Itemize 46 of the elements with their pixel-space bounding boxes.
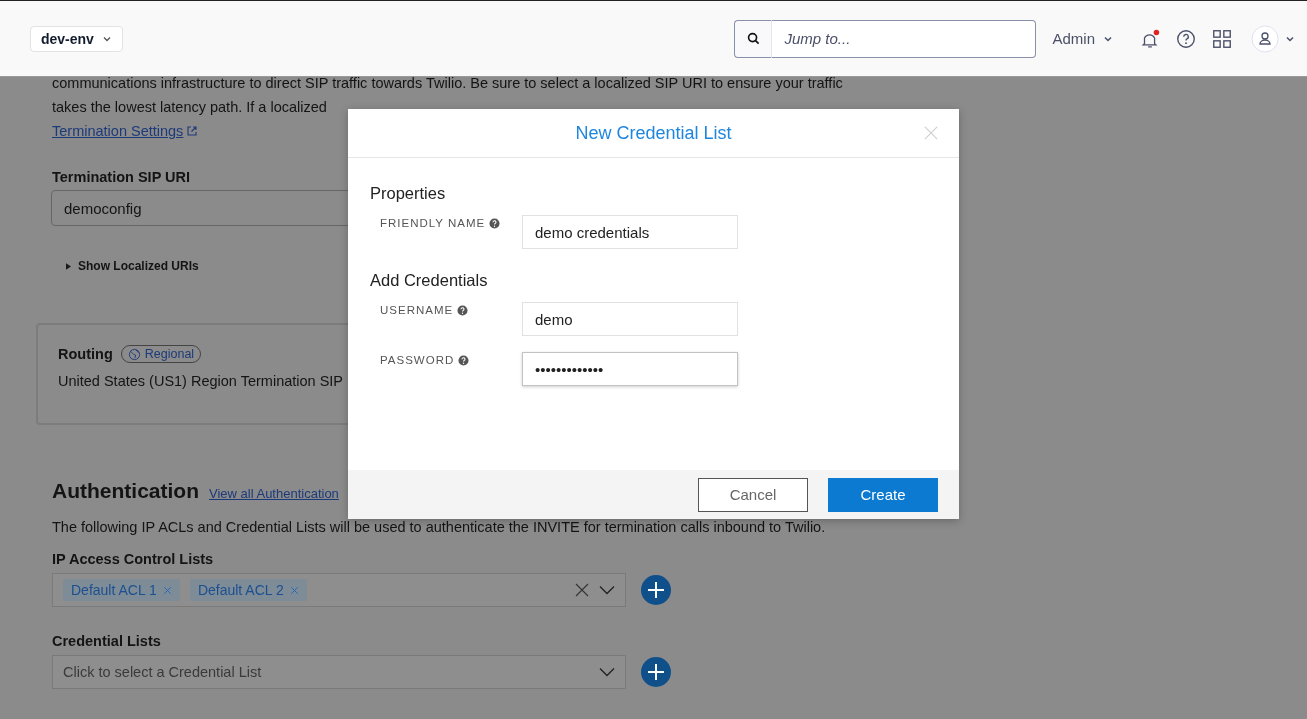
field-label: FRIENDLY NAME	[380, 217, 486, 229]
search-field[interactable]: Jump to...	[772, 19, 1037, 58]
chevron-down-icon	[101, 35, 112, 42]
view-all-authentication-link[interactable]: View all Authentication	[209, 486, 339, 501]
field-label: Credential Lists	[52, 633, 162, 649]
cancel-button[interactable]: Cancel	[698, 477, 808, 512]
chevron-icon[interactable]	[1285, 35, 1295, 42]
show-localized-uris-toggle[interactable]: Show Localized URIs	[66, 259, 199, 273]
field-label: Termination SIP URI	[52, 169, 192, 185]
create-button[interactable]: Create	[828, 477, 938, 512]
external-link-icon	[186, 125, 199, 137]
user-avatar-icon[interactable]	[1251, 24, 1279, 53]
routing-text: United States (US1) Region Termination SIP	[58, 373, 345, 389]
clear-icon[interactable]	[575, 583, 589, 597]
field-label: IP Access Control Lists	[52, 551, 215, 567]
help-icon[interactable]	[489, 218, 501, 229]
field-label: PASSWORD	[380, 354, 455, 366]
environment-dropdown[interactable]: dev-env	[30, 25, 123, 52]
description-text: The following IP ACLs and Credential Lists will be used to authenticate the INVITE for termination calls inbound to Twilio.	[52, 519, 827, 535]
routing-label: Routing	[58, 346, 113, 362]
credential-list-select[interactable]: Click to select a Credential List	[52, 655, 626, 689]
field-label: USERNAME	[380, 304, 454, 316]
account-menu[interactable]: Admin	[1052, 30, 1113, 47]
apps-grid-icon[interactable]	[1211, 27, 1233, 50]
notifications-icon[interactable]	[1139, 27, 1161, 50]
section-heading: Properties	[370, 184, 447, 203]
section-title: Authentication	[52, 479, 199, 503]
add-button[interactable]	[640, 574, 672, 606]
search-button[interactable]	[734, 19, 773, 58]
intro-text: takes the lowest latency path. If a localized	[52, 98, 328, 117]
help-icon[interactable]	[1175, 27, 1197, 50]
help-icon[interactable]	[458, 355, 470, 366]
termination-settings-link[interactable]: Termination Settings	[52, 119, 184, 143]
help-icon[interactable]	[457, 305, 469, 316]
intro-text: communications infrastructure to direct SIP traffic towards Twilio. Be sure to select a localized SIP URI to ensure your traffic	[52, 74, 844, 93]
text-field[interactable]: demo	[522, 302, 738, 336]
search-icon	[746, 32, 760, 45]
chevron-down-icon	[1103, 35, 1113, 42]
section-heading: Add Credentials	[370, 271, 489, 290]
text-field[interactable]: •••••••••••••	[522, 352, 738, 386]
modal-title: New Credential List	[575, 122, 732, 144]
add-button[interactable]	[640, 656, 672, 688]
chevron-down-icon[interactable]	[599, 585, 615, 595]
text-field[interactable]: demo credentials	[522, 215, 738, 249]
triangle-icon	[66, 262, 71, 270]
chevron-down-icon[interactable]	[599, 667, 615, 677]
